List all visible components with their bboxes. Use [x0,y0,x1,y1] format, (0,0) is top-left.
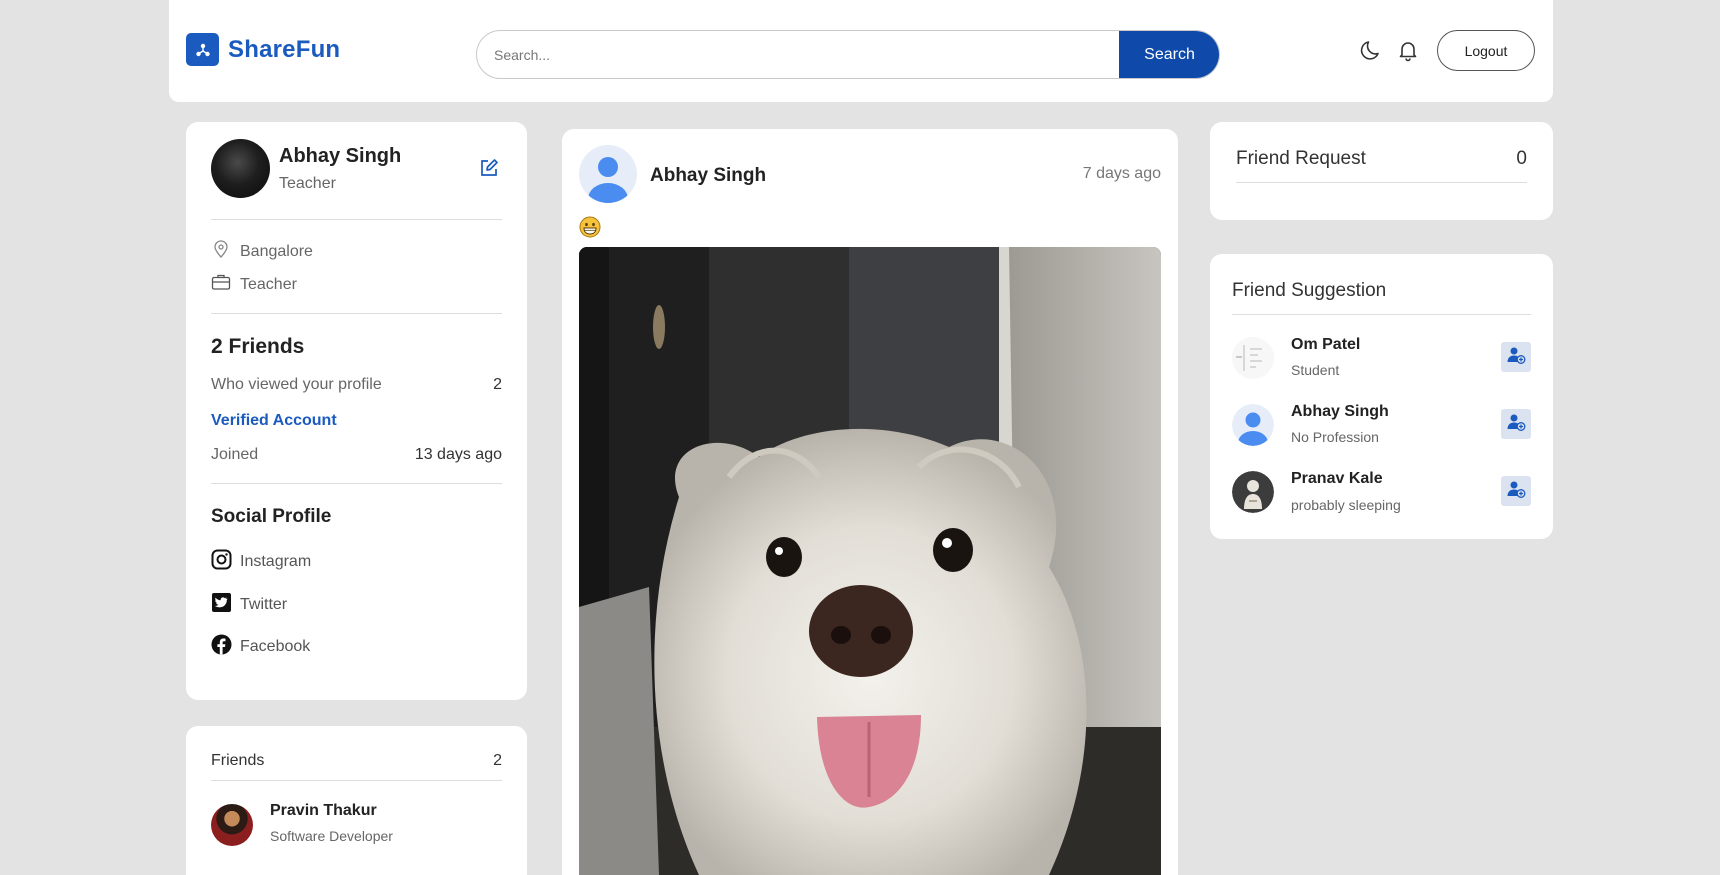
post-card: Abhay Singh 7 days ago [562,129,1178,875]
avatar[interactable] [211,139,270,198]
profile-name[interactable]: Abhay Singh [279,145,401,168]
location-text: Bangalore [240,242,313,260]
suggestion-avatar[interactable] [1232,337,1274,379]
search-input[interactable] [477,31,1121,78]
suggestion-name[interactable]: Abhay Singh [1291,403,1389,421]
add-friend-button[interactable] [1501,476,1531,506]
add-user-icon [1506,479,1526,504]
suggestion-role: Student [1291,362,1340,378]
divider [211,219,502,220]
profile-card: Abhay Singh Teacher Bangalore Teacher 2 … [186,122,527,700]
suggestion-avatar[interactable] [1232,404,1274,446]
suggestion-role: probably sleeping [1291,497,1401,513]
post-author[interactable]: Abhay Singh [650,165,766,187]
suggestion-name[interactable]: Om Patel [1291,336,1360,354]
post-timestamp: 7 days ago [1082,165,1161,182]
social-link-facebook[interactable]: Facebook [211,634,310,660]
post-image[interactable] [579,247,1161,875]
add-friend-button[interactable] [1501,409,1531,439]
profile-role: Teacher [279,175,336,192]
add-friend-button[interactable] [1501,342,1531,372]
friends-count: 2 Friends [211,335,305,358]
social-link-instagram[interactable]: Instagram [211,549,311,575]
top-navbar: ShareFun Search Logout [169,0,1553,102]
social-label: Twitter [240,596,288,613]
suggestion-avatar[interactable] [1232,471,1274,513]
friend-request-card: Friend Request 0 [1210,122,1553,220]
friends-card: Friends 2 Pravin Thakur Software Develop… [186,726,527,875]
suggestion-name[interactable]: Pranav Kale [1291,470,1383,488]
briefcase-icon [211,273,231,296]
grinning-face-emoji-icon [579,216,601,238]
search-button[interactable]: Search [1119,31,1219,78]
brand-name: ShareFun [228,35,341,63]
social-link-twitter[interactable]: Twitter [211,592,287,618]
friend-avatar[interactable] [211,804,253,846]
verified-account-label: Verified Account [211,412,337,429]
post-avatar-icon[interactable] [579,145,637,203]
joined-value: 13 days ago [414,446,502,463]
occupation-text: Teacher [240,275,297,293]
notification-bell-icon[interactable] [1398,40,1418,67]
friend-suggestion-card: Friend Suggestion Om Patel Student Abhay… [1210,254,1553,539]
divider [211,483,502,484]
divider [1236,182,1527,183]
map-pin-icon [211,239,231,264]
divider [211,313,502,314]
logout-button[interactable]: Logout [1437,30,1535,71]
friend-request-title: Friend Request [1236,148,1366,169]
facebook-icon [211,634,232,660]
social-profile-title: Social Profile [211,506,332,527]
divider [1232,314,1531,315]
edit-icon[interactable] [479,158,499,183]
friend-suggestion-title: Friend Suggestion [1232,280,1387,301]
divider [211,780,502,781]
profile-views-label: Who viewed your profile [211,376,382,393]
social-label: Instagram [240,553,312,570]
brand[interactable]: ShareFun [186,33,340,66]
location-row: Bangalore [211,239,313,264]
friend-name[interactable]: Pravin Thakur [270,802,377,820]
twitter-icon [211,592,232,618]
friend-request-count: 0 [1516,148,1527,169]
add-user-icon [1506,345,1526,370]
friend-role: Software Developer [270,828,393,844]
search-bar: Search [476,30,1220,79]
social-label: Facebook [240,638,311,655]
instagram-icon [211,549,232,575]
occupation-row: Teacher [211,273,297,296]
friends-count-value: 2 [493,752,502,769]
dark-mode-moon-icon[interactable] [1359,38,1383,67]
joined-label: Joined [211,446,259,463]
friends-title: Friends [211,752,265,769]
brand-logo-icon [186,33,219,66]
suggestion-role: No Profession [1291,429,1379,445]
profile-views-value: 2 [493,376,502,393]
add-user-icon [1506,412,1526,437]
